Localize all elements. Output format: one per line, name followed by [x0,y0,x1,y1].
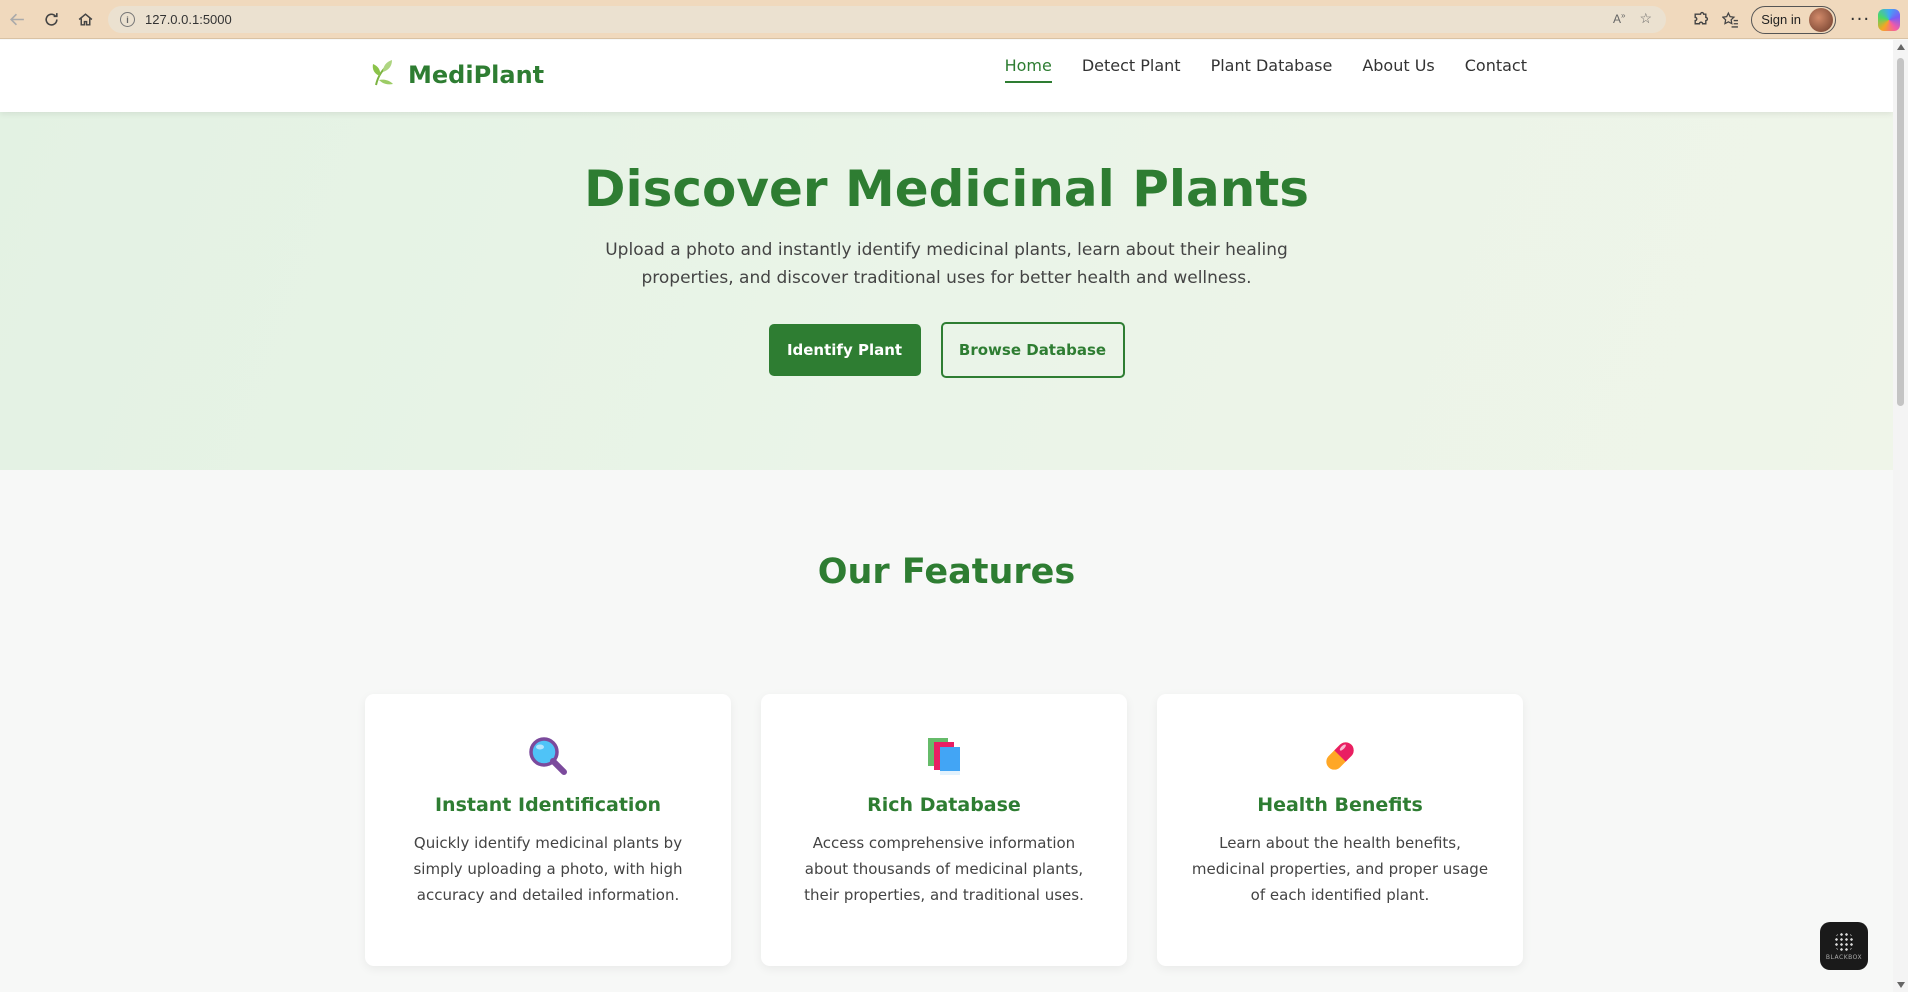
books-icon [761,734,1127,778]
leaf-icon [368,58,398,92]
home-button[interactable] [68,2,102,36]
page-viewport: MediPlant Home Detect Plant Plant Databa… [0,40,1893,992]
nav-plant-database[interactable]: Plant Database [1211,56,1333,83]
features-section: Our Features Instant Identification Quic… [0,470,1893,992]
site-header: MediPlant Home Detect Plant Plant Databa… [0,40,1893,112]
reload-icon [44,12,58,26]
feature-card-database: Rich Database Access comprehensive infor… [761,694,1127,966]
back-button[interactable] [0,2,34,36]
reload-button[interactable] [34,2,68,36]
hero-subtitle: Upload a photo and instantly identify me… [605,240,1288,288]
favorite-star-icon[interactable]: ☆ [1639,10,1652,27]
feature-title: Health Benefits [1257,794,1423,816]
main-nav: Home Detect Plant Plant Database About U… [1004,56,1527,83]
address-bar[interactable]: i 127.0.0.1:5000 A» ☆ [108,6,1666,33]
identify-plant-button[interactable]: Identify Plant [768,324,921,376]
copilot-icon[interactable] [1878,8,1900,31]
arrow-left-icon [9,13,24,25]
url-text: 127.0.0.1:5000 [145,12,232,27]
feature-title: Instant Identification [434,794,662,816]
browse-database-button[interactable]: Browse Database [940,322,1125,378]
magnifier-icon [365,734,731,778]
extensions-button[interactable] [1685,5,1715,35]
feature-text: Learn about the health benefits, medicin… [1191,834,1489,904]
puzzle-icon [1694,11,1708,25]
feature-text: Quickly identify medicinal plants by sim… [413,834,683,904]
scroll-down-arrow-icon[interactable] [1897,982,1905,988]
nav-contact[interactable]: Contact [1465,56,1527,83]
more-options-button[interactable]: ··· [1842,9,1878,30]
feature-text: Access comprehensive information about t… [804,834,1084,904]
brand-logo[interactable]: MediPlant [368,58,544,92]
blackbox-logo-icon [1834,931,1854,952]
browser-toolbar: i 127.0.0.1:5000 A» ☆ Sign in ··· [0,0,1908,39]
avatar [1809,7,1833,32]
hero-title: Discover Medicinal Plants [584,160,1309,218]
sign-in-label: Sign in [1761,12,1801,27]
nav-detect-plant[interactable]: Detect Plant [1082,56,1181,83]
brand-name: MediPlant [408,61,545,89]
nav-home[interactable]: Home [1004,56,1052,83]
home-icon [78,12,92,26]
features-heading: Our Features [817,552,1076,592]
page-scrollbar[interactable] [1893,40,1908,992]
feature-cards: Instant Identification Quickly identify … [365,694,1523,966]
feature-card-identification: Instant Identification Quickly identify … [365,694,731,966]
feature-card-health: Health Benefits Learn about the health b… [1157,694,1523,966]
nav-about-us[interactable]: About Us [1362,56,1434,83]
favorites-list-icon [1721,11,1738,28]
site-info-icon[interactable]: i [120,12,135,27]
blackbox-widget-button[interactable]: BLACKBOX [1820,922,1868,970]
feature-title: Rich Database [867,794,1021,816]
read-aloud-icon[interactable]: A» [1613,11,1625,26]
hero-section: Discover Medicinal Plants Upload a photo… [0,112,1893,470]
favorites-button[interactable] [1715,5,1745,35]
sign-in-button[interactable]: Sign in [1751,5,1836,34]
scroll-up-arrow-icon[interactable] [1897,44,1905,50]
scroll-thumb[interactable] [1897,58,1904,406]
pill-icon [1157,734,1523,778]
blackbox-label: BLACKBOX [1825,953,1863,961]
hero-actions: Identify Plant Browse Database [0,322,1893,378]
